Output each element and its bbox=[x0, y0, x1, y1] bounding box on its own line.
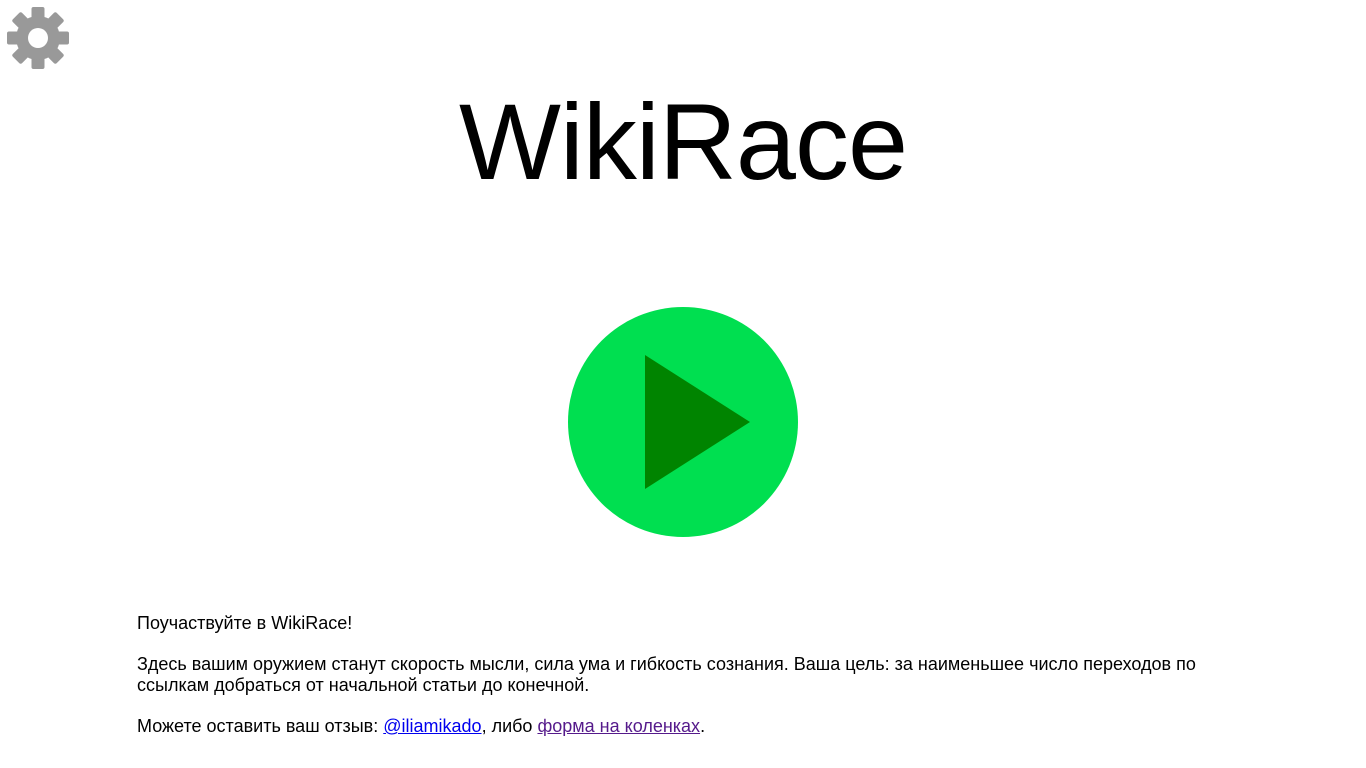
intro-description: Здесь вашим оружием станут скорость мысл… bbox=[137, 654, 1196, 695]
intro-heading: Поучаствуйте в WikiRace! bbox=[137, 613, 353, 633]
intro-section: Поучаствуйте в WikiRace! Здесь вашим ору… bbox=[137, 613, 1237, 757]
page: WikiRace Поучаствуйте в WikiRace! Здесь … bbox=[0, 0, 1366, 768]
page-title: WikiRace bbox=[458, 81, 908, 202]
feedback-form-link[interactable]: форма на коленках bbox=[537, 716, 700, 736]
feedback-middle: , либо bbox=[481, 716, 538, 736]
play-button[interactable] bbox=[567, 306, 799, 538]
gear-icon bbox=[7, 7, 69, 69]
feedback-line: Можете оставить ваш отзыв: @iliamikado, … bbox=[137, 716, 1237, 737]
author-link[interactable]: @iliamikado bbox=[383, 716, 481, 736]
feedback-suffix: . bbox=[700, 716, 706, 736]
settings-button[interactable] bbox=[6, 6, 70, 70]
feedback-prefix: Можете оставить ваш отзыв: bbox=[137, 716, 384, 736]
play-icon bbox=[568, 307, 798, 537]
